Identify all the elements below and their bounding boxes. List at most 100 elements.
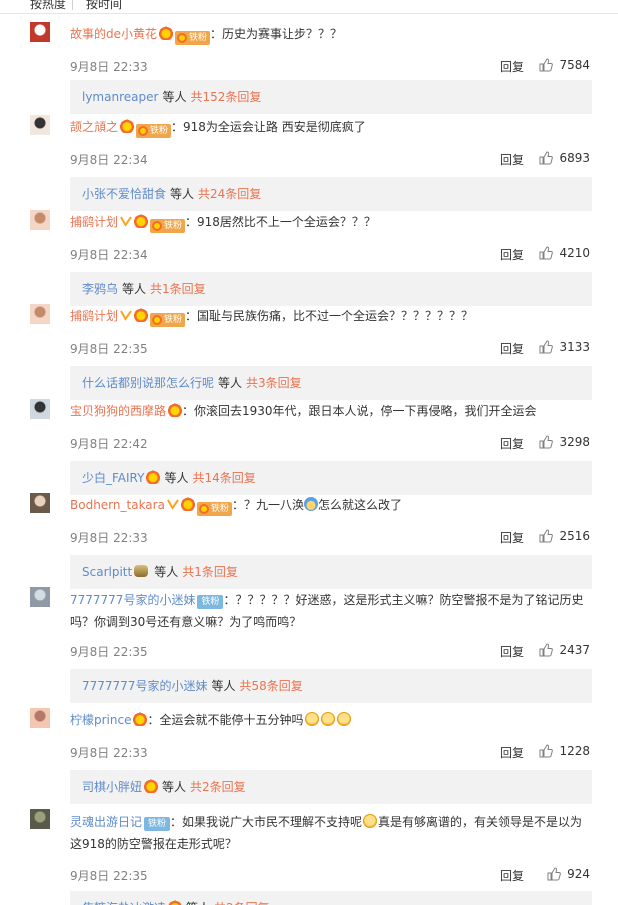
comment-meta: 9月8日 22:42 回复 3298 bbox=[70, 435, 590, 453]
like-count: 7584 bbox=[559, 58, 590, 72]
reply-button[interactable]: 回复 bbox=[500, 435, 524, 452]
member-crown-icon bbox=[168, 403, 183, 417]
thumbs-up-icon bbox=[539, 151, 554, 165]
avatar[interactable] bbox=[30, 493, 50, 513]
sub-reply-user[interactable]: Scarlpitt bbox=[82, 565, 132, 579]
verified-icon bbox=[120, 213, 132, 227]
thumbs-up-icon bbox=[539, 58, 554, 72]
comment-body: 柠檬prince ：全运会就不能停十五分钟吗 bbox=[70, 710, 590, 730]
sub-reply-count[interactable]: 共2条回复 bbox=[214, 901, 270, 905]
sub-reply-user[interactable]: 少白_FAIRY bbox=[82, 471, 144, 485]
sub-replies-bar[interactable]: 司棋小胖妞 等人 共2条回复 bbox=[70, 770, 592, 804]
comment-time: 9月8日 22:33 bbox=[70, 60, 148, 74]
comment-meta: 9月8日 22:35 回复 2437 bbox=[70, 643, 590, 661]
comment-time: 9月8日 22:34 bbox=[70, 248, 148, 262]
emoji-icon bbox=[320, 712, 335, 726]
like-button[interactable]: 3133 bbox=[539, 340, 590, 354]
verified-icon bbox=[120, 307, 132, 321]
comment-text: ：如果我说广大市民不理解不支持呢 bbox=[170, 815, 363, 829]
avatar[interactable] bbox=[30, 304, 50, 324]
like-button[interactable]: 7584 bbox=[539, 58, 590, 72]
avatar[interactable] bbox=[30, 587, 50, 607]
reply-button[interactable]: 回复 bbox=[500, 529, 524, 546]
avatar[interactable] bbox=[30, 809, 50, 829]
member-crown-icon bbox=[168, 900, 183, 905]
sub-reply-user[interactable]: 李鸦乌 bbox=[82, 282, 118, 296]
thumbs-up-icon bbox=[539, 340, 554, 354]
sub-reply-label: 等人 bbox=[162, 780, 187, 794]
comment-time: 9月8日 22:35 bbox=[70, 342, 148, 356]
comment-username[interactable]: 捕鹞计划 bbox=[70, 309, 118, 323]
fan-badge: 铁粉 bbox=[144, 817, 171, 831]
sub-reply-user[interactable]: lymanreaper bbox=[82, 90, 158, 104]
comment-time: 9月8日 22:34 bbox=[70, 153, 148, 167]
comment-username[interactable]: 宝贝狗狗的西摩路 bbox=[70, 404, 166, 418]
sub-reply-user[interactable]: 司棋小胖妞 bbox=[82, 780, 142, 794]
reply-button[interactable]: 回复 bbox=[500, 151, 524, 168]
sort-divider bbox=[72, 0, 73, 10]
avatar[interactable] bbox=[30, 708, 50, 728]
sub-reply-user[interactable]: 焦糖海盐冰激凌 bbox=[82, 901, 166, 905]
sub-reply-count[interactable]: 共3条回复 bbox=[246, 376, 302, 390]
emoji-icon bbox=[304, 712, 319, 726]
like-button[interactable]: 2516 bbox=[539, 529, 590, 543]
comment-username[interactable]: Bodhern_takara bbox=[70, 498, 165, 512]
sort-by-hot[interactable]: 按热度 bbox=[30, 0, 66, 12]
comment-time: 9月8日 22:35 bbox=[70, 869, 148, 883]
sub-reply-count[interactable]: 共152条回复 bbox=[190, 90, 261, 104]
comment-item: 7777777号家的小迷妹 铁粉 ：？？？？？好迷惑，这是形式主义嘛？防空警报不是为… bbox=[0, 579, 618, 703]
comment-body: 灵魂出游日记 铁粉 ：如果我说广大市民不理解不支持呢 真是有够离谱的，有关领导是不是以… bbox=[70, 811, 590, 855]
reply-button[interactable]: 回复 bbox=[500, 58, 524, 75]
sort-by-time[interactable]: 按时间 bbox=[86, 0, 122, 12]
sub-reply-user[interactable]: 7777777号家的小迷妹 bbox=[82, 679, 207, 693]
sub-reply-count[interactable]: 共1条回复 bbox=[182, 565, 238, 579]
comment-body: 故事的de小黄花 铁粉 ：历史为赛事让步？？？ bbox=[70, 24, 590, 45]
sub-replies-bar[interactable]: 7777777号家的小迷妹 等人 共58条回复 bbox=[70, 669, 592, 703]
comment-item: 颉之頏之 铁粉 ：918为全运会让路 西安是彻底疯了 9月8日 22:34 回复 6893… bbox=[0, 107, 618, 211]
fan-badge: 铁粉 bbox=[196, 502, 232, 516]
thumbs-up-icon bbox=[539, 435, 554, 449]
comment-body: 7777777号家的小迷妹 铁粉 ：？？？？？好迷惑，这是形式主义嘛？防空警报不是为… bbox=[70, 589, 590, 633]
thumbs-up-icon bbox=[539, 529, 554, 543]
member-crown-icon bbox=[144, 779, 159, 793]
sub-reply-count[interactable]: 共24条回复 bbox=[198, 187, 261, 201]
reply-button[interactable]: 回复 bbox=[500, 340, 524, 357]
sub-reply-count[interactable]: 共2条回复 bbox=[190, 780, 246, 794]
comment-line: 灵魂出游日记 铁粉 ：如果我说广大市民不理解不支持呢 真是有够离谱的，有关领导是不是以… bbox=[70, 811, 590, 855]
like-button[interactable]: 2437 bbox=[539, 643, 590, 657]
comment-username[interactable]: 灵魂出游日记 bbox=[70, 815, 142, 829]
comment-username[interactable]: 7777777号家的小迷妹 bbox=[70, 593, 195, 607]
reply-button[interactable]: 回复 bbox=[500, 744, 524, 761]
emoji-icon bbox=[303, 497, 318, 511]
sub-replies-bar[interactable]: 焦糖海盐冰激凌 等人共2条回复 bbox=[70, 891, 592, 905]
sub-reply-label: 等人 bbox=[218, 376, 243, 390]
comment-username[interactable]: 颉之頏之 bbox=[70, 120, 118, 134]
avatar[interactable] bbox=[30, 399, 50, 419]
reply-button[interactable]: 回复 bbox=[500, 867, 524, 884]
sub-reply-user[interactable]: 小张不爱恰甜食 bbox=[82, 187, 166, 201]
comment-item: 宝贝狗狗的西摩路 ：你滚回去1930年代，跟日本人说，停一下再侵略，我们开全运会 9… bbox=[0, 391, 618, 495]
like-button[interactable]: 4210 bbox=[539, 246, 590, 260]
comment-username[interactable]: 捕鹞计划 bbox=[70, 215, 118, 229]
like-button[interactable]: 6893 bbox=[539, 151, 590, 165]
like-count: 3298 bbox=[559, 435, 590, 449]
member-crown-icon bbox=[159, 26, 174, 40]
sub-reply-count[interactable]: 共14条回复 bbox=[192, 471, 255, 485]
comment-line: 捕鹞计划 铁粉 ：国耻与民族伤痛，比不过一个全运会？？？？？？？ bbox=[70, 306, 590, 327]
reply-button[interactable]: 回复 bbox=[500, 246, 524, 263]
sub-reply-user[interactable]: 什么话都别说那怎么行呢 bbox=[82, 376, 214, 390]
avatar[interactable] bbox=[30, 115, 50, 135]
sub-reply-count[interactable]: 共58条回复 bbox=[239, 679, 302, 693]
like-button[interactable]: 3298 bbox=[539, 435, 590, 449]
like-button[interactable]: 924 bbox=[547, 867, 590, 881]
reply-button[interactable]: 回复 bbox=[500, 643, 524, 660]
like-button[interactable]: 1228 bbox=[539, 744, 590, 758]
comment-username[interactable]: 柠檬prince bbox=[70, 713, 131, 727]
member-crown-icon bbox=[134, 308, 149, 322]
avatar[interactable] bbox=[30, 210, 50, 230]
comment-username[interactable]: 故事的de小黄花 bbox=[70, 27, 157, 41]
comment-line: 故事的de小黄花 铁粉 ：历史为赛事让步？？？ bbox=[70, 24, 590, 45]
avatar[interactable] bbox=[30, 22, 50, 42]
sub-reply-count[interactable]: 共1条回复 bbox=[150, 282, 206, 296]
comment-line: 7777777号家的小迷妹 铁粉 ：？？？？？好迷惑，这是形式主义嘛？防空警报不是为… bbox=[70, 589, 590, 633]
